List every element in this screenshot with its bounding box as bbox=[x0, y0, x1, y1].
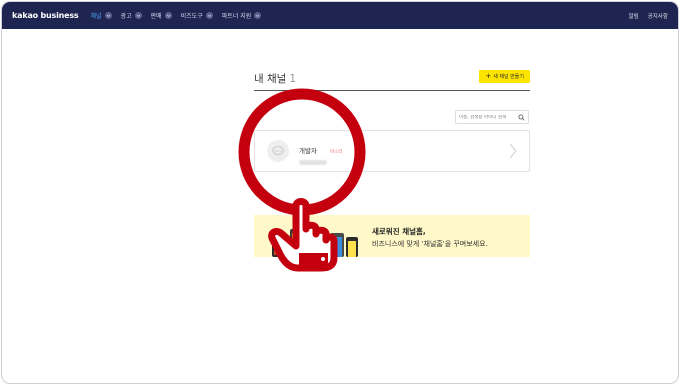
channel-id-blurred bbox=[299, 159, 327, 165]
nav-item-label: 광고 bbox=[120, 13, 132, 20]
banner-title: 새로워진 채널홈, bbox=[372, 227, 426, 236]
channel-home-banner[interactable]: 새로워진 채널홈, 비즈니스에 맞게 '채널홈'을 꾸며보세요. bbox=[254, 215, 530, 257]
top-navigation-bar: kakao business 채널 광고 판매 비즈도구 파트너 지원 알림 공… bbox=[2, 2, 678, 29]
channel-info: 개발자 마스터 bbox=[299, 138, 342, 165]
banner-description: 비즈니스에 맞게 '채널홈'을 꾸며보세요. bbox=[372, 240, 488, 248]
top-right-links: 알림 공지사항 bbox=[629, 12, 668, 20]
chevron-down-icon bbox=[254, 12, 262, 19]
nav-item-label: 채널 bbox=[90, 13, 102, 20]
nav-item-label: 판매 bbox=[150, 13, 162, 20]
chevron-down-icon bbox=[164, 12, 172, 19]
notifications-link[interactable]: 알림 bbox=[629, 12, 639, 20]
nav-item-sales[interactable]: 판매 bbox=[151, 11, 172, 20]
svg-text:TALK: TALK bbox=[273, 149, 282, 153]
nav-item-label: 비즈도구 bbox=[180, 13, 203, 20]
page-title: 내 채널 1 bbox=[254, 71, 296, 86]
kakao-business-logo[interactable]: kakao business bbox=[12, 11, 79, 20]
channel-card[interactable]: TALK 개발자 마스터 bbox=[254, 130, 530, 172]
title-row: 내 채널 1 + 새 채널 만들기 bbox=[254, 62, 530, 86]
chat-bubble-icon: TALK bbox=[272, 146, 284, 155]
my-channels-section: 내 채널1 + 새 채널 만들기 TALK bbox=[254, 62, 530, 172]
nav-item-channel[interactable]: 채널 bbox=[91, 11, 112, 20]
channel-count: 1 bbox=[289, 73, 297, 85]
chevron-down-icon bbox=[104, 12, 112, 19]
search-input[interactable] bbox=[459, 114, 519, 120]
nav-item-label: 파트너 지원 bbox=[221, 13, 252, 20]
channel-search-box bbox=[455, 110, 529, 124]
create-channel-label: 새 채널 만들기 bbox=[493, 74, 524, 80]
plus-icon: + bbox=[485, 72, 492, 80]
chevron-down-icon bbox=[205, 12, 213, 19]
notices-link[interactable]: 공지사항 bbox=[648, 12, 668, 20]
nav-item-ads[interactable]: 광고 bbox=[121, 11, 142, 20]
channel-name: 개발자 bbox=[299, 146, 317, 155]
chevron-right-icon bbox=[509, 143, 517, 159]
channel-role-badge: 마스터 bbox=[330, 149, 343, 155]
banner-text: 새로워진 채널홈, 비즈니스에 맞게 '채널홈'을 꾸며보세요. bbox=[372, 226, 488, 249]
browser-frame: kakao business 채널 광고 판매 비즈도구 파트너 지원 알림 공… bbox=[1, 1, 679, 384]
nav-item-biz-tools[interactable]: 비즈도구 bbox=[181, 11, 213, 20]
nav-item-partner-support[interactable]: 파트너 지원 bbox=[222, 11, 262, 20]
chevron-down-icon bbox=[134, 12, 142, 19]
phone-illustration bbox=[272, 229, 358, 257]
page-title-text: 내 채널 bbox=[254, 73, 287, 85]
avatar: TALK bbox=[267, 140, 289, 162]
title-divider bbox=[254, 90, 530, 91]
search-icon[interactable] bbox=[518, 113, 525, 121]
create-channel-button[interactable]: + 새 채널 만들기 bbox=[479, 70, 530, 83]
